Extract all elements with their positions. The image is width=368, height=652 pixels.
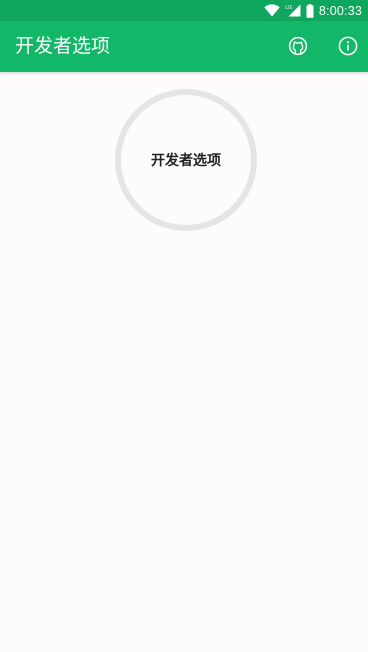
status-icons: LTE 8:00:33 <box>264 0 362 21</box>
developer-options-circle-button[interactable]: 开发者选项 <box>115 89 257 231</box>
main-content: 开发者选项 <box>0 72 368 652</box>
battery-icon <box>306 3 314 18</box>
developer-options-label: 开发者选项 <box>151 153 221 169</box>
app-title: 开发者选项 <box>15 35 111 57</box>
info-icon <box>336 34 360 58</box>
github-icon <box>286 34 310 58</box>
status-bar: LTE 8:00:33 <box>0 0 368 21</box>
lte-signal-icon: LTE <box>285 4 301 17</box>
status-time: 8:00:33 <box>318 3 362 18</box>
github-button[interactable] <box>286 34 310 58</box>
wifi-icon <box>264 4 280 17</box>
info-button[interactable] <box>336 34 360 58</box>
lte-label: LTE <box>285 5 293 11</box>
app-bar: 开发者选项 <box>0 21 368 72</box>
